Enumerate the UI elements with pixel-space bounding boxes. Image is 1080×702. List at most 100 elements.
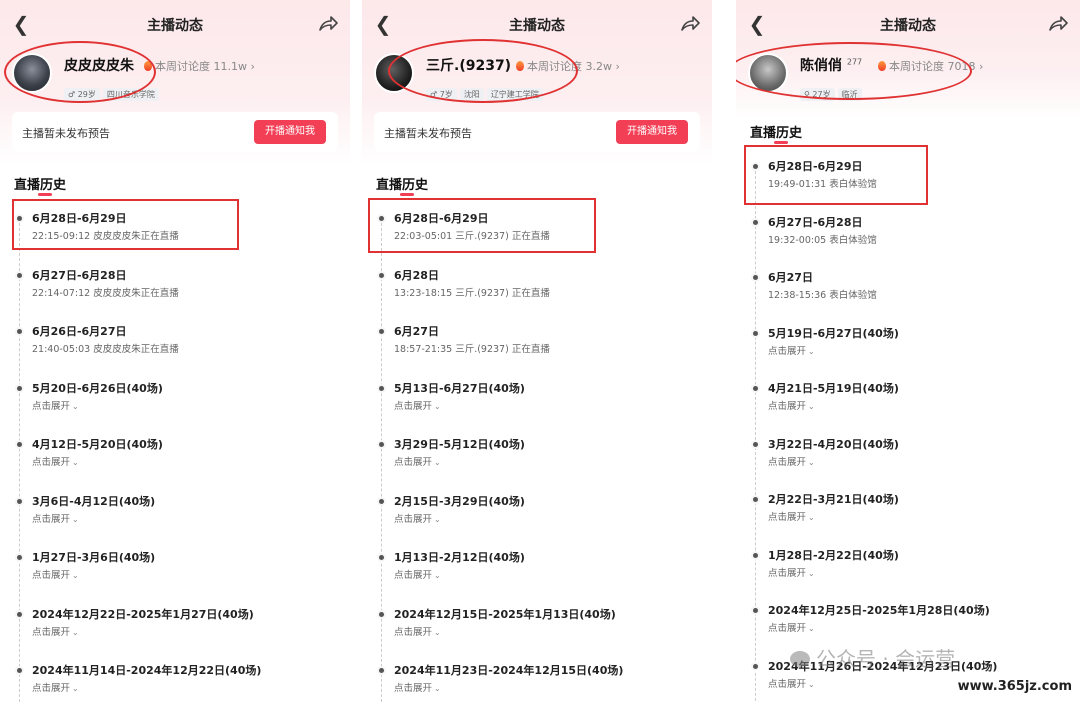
history-group[interactable]: 4月21日-5月19日(40场) 点击展开 ⌄ — [736, 380, 1080, 426]
back-icon[interactable]: ❮ — [746, 12, 768, 36]
streamer-tags: ♂ 29岁 四川音乐学院 — [64, 82, 162, 101]
page-title: 主播动态 — [147, 18, 203, 34]
history-item-subtitle: 22:03-05:01 三斤.(9237) 正在直播 — [394, 231, 550, 242]
chevron-down-icon: ⌄ — [434, 401, 441, 411]
back-icon[interactable]: ❮ — [372, 12, 394, 36]
history-item-title: 4月12日-5月20日(40场) — [32, 438, 163, 451]
history-group[interactable]: 3月6日-4月12日(40场) 点击展开 ⌄ — [0, 493, 350, 539]
history-group[interactable]: 1月28日-2月22日(40场) 点击展开 ⌄ — [736, 547, 1080, 593]
chevron-down-icon: ⌄ — [72, 684, 79, 693]
history-group[interactable]: 2024年12月25日-2025年1月28日(40场) 点击展开 ⌄ — [736, 602, 1080, 648]
expand-toggle[interactable]: 点击展开 ⌄ — [394, 398, 441, 412]
history-item-subtitle: 19:49-01:31 表白体验馆 — [768, 179, 877, 190]
timeline-dot — [751, 661, 760, 671]
share-icon[interactable] — [1046, 12, 1070, 36]
history-item[interactable]: 6月27日 12:38-15:36 表白体验馆 — [736, 269, 1080, 315]
streamer-profile: 陈俏俏 277 本周讨论度 7018 › ♀ 27岁 临沂 — [748, 48, 1070, 104]
history-item[interactable]: 6月26日-6月27日 21:40-05:03 皮皮皮皮朱正在直播 — [0, 323, 350, 369]
history-item-title: 2024年12月25日-2025年1月28日(40场) — [768, 604, 990, 617]
history-item[interactable]: 6月28日 13:23-18:15 三斤.(9237) 正在直播 — [362, 267, 712, 313]
timeline-dot — [377, 214, 386, 223]
panel-streamer-1: ❮ 主播动态 皮皮皮皮朱 本周讨论度 11.1w › ♂ 29岁 四川音乐学院 主… — [0, 0, 350, 702]
expand-toggle[interactable]: 点击展开 ⌄ — [768, 676, 815, 690]
history-item[interactable]: 6月27日-6月28日 22:14-07:12 皮皮皮皮朱正在直播 — [0, 267, 350, 313]
expand-toggle[interactable]: 点击展开 ⌄ — [394, 624, 441, 638]
history-group[interactable]: 1月27日-3月6日(40场) 点击展开 ⌄ — [0, 549, 350, 595]
history-group[interactable]: 5月13日-6月27日(40场) 点击展开 ⌄ — [362, 380, 712, 426]
history-group[interactable]: 2024年12月15日-2025年1月13日(40场) 点击展开 ⌄ — [362, 606, 712, 652]
history-group[interactable]: 2024年12月22日-2025年1月27日(40场) 点击展开 ⌄ — [0, 606, 350, 652]
top-bar: ❮ 主播动态 — [0, 10, 350, 40]
timeline-dot — [15, 214, 24, 223]
history-item-title: 3月29日-5月12日(40场) — [394, 438, 525, 451]
timeline-dot — [15, 496, 24, 506]
history-group[interactable]: 3月29日-5月12日(40场) 点击展开 ⌄ — [362, 436, 712, 482]
avatar[interactable] — [12, 53, 52, 93]
history-item[interactable]: 6月28日-6月29日 22:03-05:01 三斤.(9237) 正在直播 — [362, 210, 712, 256]
chevron-down-icon: ⌄ — [434, 627, 441, 637]
avatar[interactable] — [374, 53, 414, 93]
history-group[interactable]: 5月19日-6月27日(40场) 点击展开 ⌄ — [736, 325, 1080, 371]
tag-city: 临沂 — [837, 88, 862, 101]
expand-toggle[interactable]: 点击展开 ⌄ — [32, 680, 79, 694]
history-item[interactable]: 6月27日-6月28日 19:32-00:05 表白体验馆 — [736, 214, 1080, 260]
chevron-down-icon: ⌄ — [808, 457, 815, 467]
expand-toggle[interactable]: 点击展开 ⌄ — [32, 398, 79, 412]
heat-link[interactable]: 本周讨论度 11.1w › — [144, 58, 255, 74]
expand-toggle[interactable]: 点击展开 ⌄ — [394, 454, 441, 468]
history-item-title: 5月13日-6月27日(40场) — [394, 381, 525, 395]
expand-toggle[interactable]: 点击展开 ⌄ — [394, 680, 441, 694]
page-title: 主播动态 — [509, 18, 565, 34]
history-item-title: 5月20日-6月26日(40场) — [32, 381, 163, 395]
timeline-dot — [377, 666, 386, 675]
streamer-name: 陈俏俏 277 — [800, 57, 863, 74]
expand-toggle[interactable]: 点击展开 ⌄ — [768, 565, 815, 579]
expand-toggle[interactable]: 点击展开 ⌄ — [32, 567, 79, 581]
history-group[interactable]: 4月12日-5月20日(40场) 点击展开 ⌄ — [0, 436, 350, 482]
tag-school: 辽宁建工学院 — [486, 88, 543, 101]
back-icon[interactable]: ❮ — [10, 12, 32, 36]
expand-toggle[interactable]: 点击展开 ⌄ — [32, 454, 79, 468]
heat-link[interactable]: 本周讨论度 7018 › — [878, 58, 983, 74]
timeline-dot — [751, 550, 760, 560]
streamer-name: 三斤.(9237) — [426, 58, 512, 74]
history-item[interactable]: 6月28日-6月29日 19:49-01:31 表白体验馆 — [736, 158, 1080, 204]
notify-button[interactable]: 开播通知我 — [616, 120, 688, 144]
history-item[interactable]: 6月28日-6月29日 22:15-09:12 皮皮皮皮朱正在直播 — [0, 210, 350, 256]
history-item-title: 4月21日-5月19日(40场) — [768, 382, 899, 395]
timeline-dot — [15, 609, 24, 619]
expand-toggle[interactable]: 点击展开 ⌄ — [768, 509, 815, 523]
history-group[interactable]: 2月22日-3月21日(40场) 点击展开 ⌄ — [736, 491, 1080, 537]
history-item-title: 1月27日-3月6日(40场) — [32, 551, 156, 564]
timeline-dot — [751, 217, 760, 227]
history-group[interactable]: 3月22日-4月20日(40场) 点击展开 ⌄ — [736, 436, 1080, 482]
history-item[interactable]: 6月27日 18:57-21:35 三斤.(9237) 正在直播 — [362, 323, 712, 369]
expand-toggle[interactable]: 点击展开 ⌄ — [768, 343, 815, 357]
account-watermark: 公众号 · 会运营 — [790, 643, 955, 672]
flame-icon — [878, 61, 886, 71]
history-item-subtitle: 22:14-07:12 皮皮皮皮朱正在直播 — [32, 287, 179, 299]
history-group[interactable]: 2024年11月14日-2024年12月22日(40场) 点击展开 ⌄ — [0, 662, 350, 702]
chevron-down-icon: ⌄ — [808, 679, 815, 689]
chevron-down-icon: ⌄ — [808, 513, 815, 522]
expand-toggle[interactable]: 点击展开 ⌄ — [768, 620, 815, 634]
timeline-dot — [15, 553, 24, 562]
expand-toggle[interactable]: 点击展开 ⌄ — [768, 454, 815, 468]
share-icon[interactable] — [678, 12, 702, 36]
expand-toggle[interactable]: 点击展开 ⌄ — [768, 398, 815, 412]
history-group[interactable]: 1月13日-2月12日(40场) 点击展开 ⌄ — [362, 549, 712, 595]
avatar[interactable] — [748, 53, 788, 93]
expand-toggle[interactable]: 点击展开 ⌄ — [32, 624, 79, 638]
history-group[interactable]: 2月15日-3月29日(40场) 点击展开 ⌄ — [362, 493, 712, 539]
history-item-title: 3月6日-4月12日(40场) — [32, 494, 156, 508]
history-group[interactable]: 2024年11月23日-2024年12月15日(40场) 点击展开 ⌄ — [362, 662, 712, 702]
heat-link[interactable]: 本周讨论度 3.2w › — [516, 58, 620, 74]
expand-toggle[interactable]: 点击展开 ⌄ — [32, 511, 79, 525]
expand-toggle[interactable]: 点击展开 ⌄ — [394, 567, 441, 581]
share-icon[interactable] — [316, 12, 340, 36]
chevron-down-icon: ⌄ — [808, 346, 815, 356]
expand-toggle[interactable]: 点击展开 ⌄ — [394, 511, 441, 525]
notify-button[interactable]: 开播通知我 — [254, 120, 326, 144]
history-group[interactable]: 5月20日-6月26日(40场) 点击展开 ⌄ — [0, 380, 350, 426]
history-item-title: 2024年11月23日-2024年12月15日(40场) — [394, 664, 624, 677]
